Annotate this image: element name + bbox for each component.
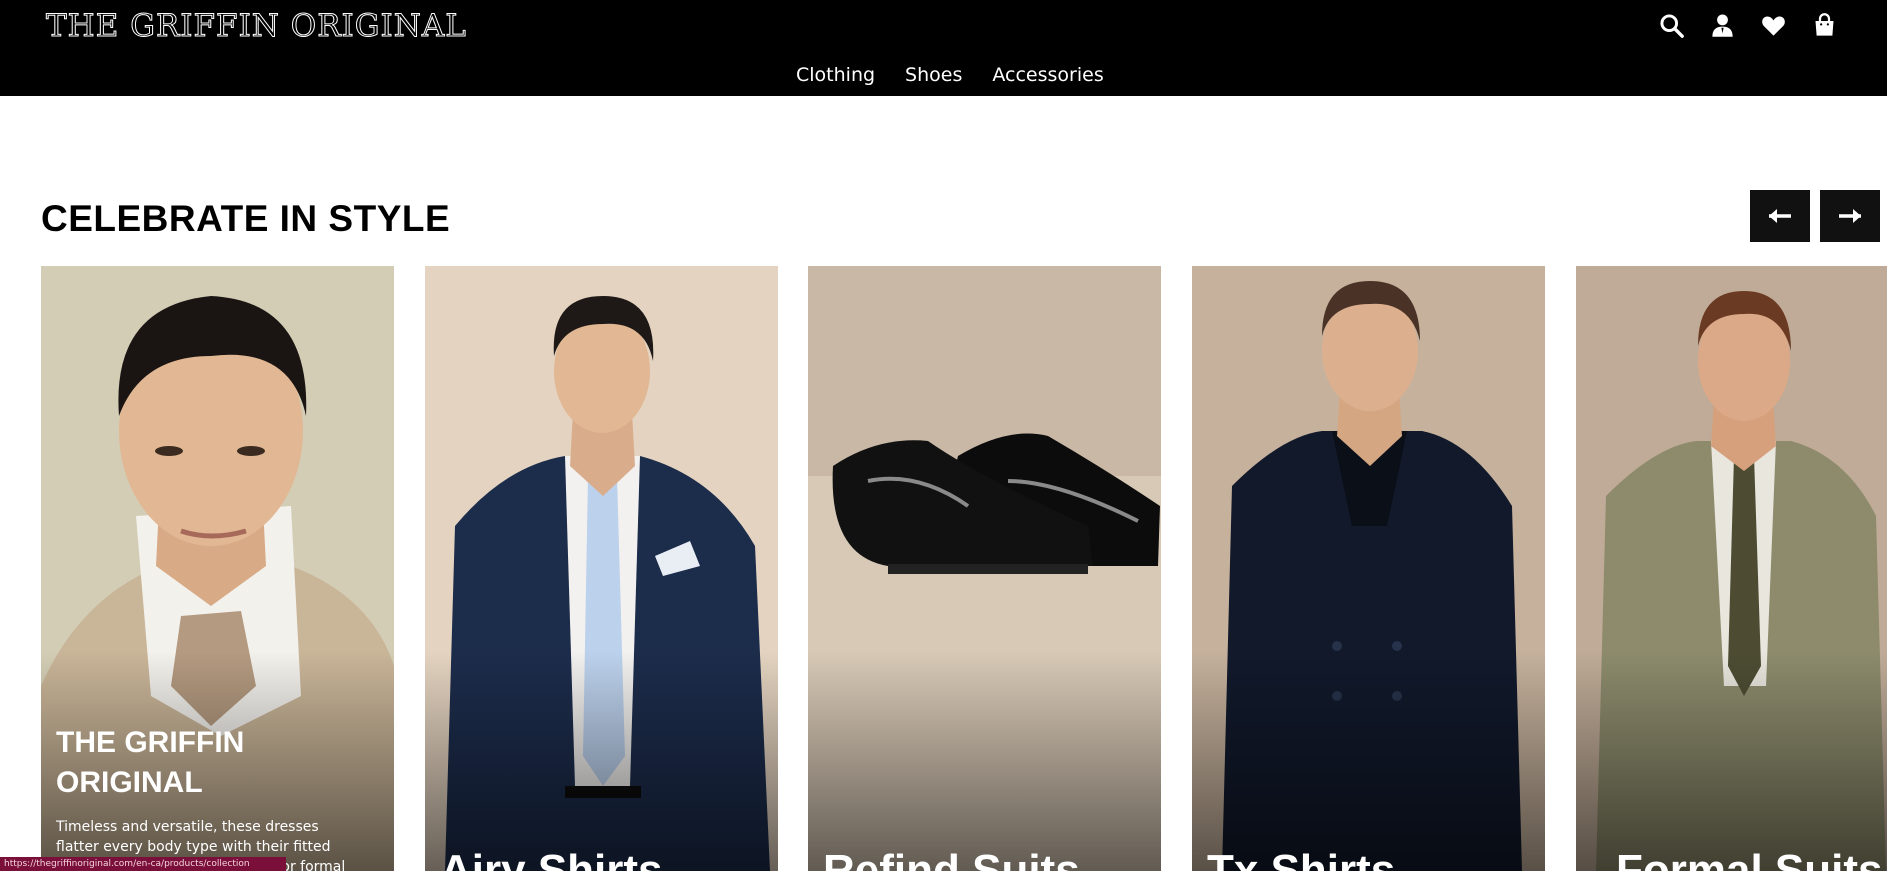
browser-status-url: https://thegriffinoriginal.com/en-ca/pro… (0, 857, 286, 871)
top-navigation-bar: THE GRIFFIN ORIGINAL Clothing Shoes Acce… (0, 0, 1887, 96)
account-icon[interactable] (1709, 12, 1736, 39)
brand-logo[interactable]: THE GRIFFIN ORIGINAL (46, 8, 467, 45)
header-icons (1658, 12, 1838, 39)
collection-card-formal-suits[interactable]: Formal Suits (1576, 266, 1887, 871)
nav-item-clothing[interactable]: Clothing (796, 64, 875, 86)
card-gradient (425, 651, 778, 871)
carousel-next-button[interactable] (1820, 190, 1880, 242)
card-title: Airy Shirts (440, 846, 663, 871)
carousel-prev-button[interactable] (1750, 190, 1810, 242)
heart-icon[interactable] (1760, 12, 1787, 39)
card-gradient (1576, 651, 1887, 871)
nav-item-accessories[interactable]: Accessories (992, 64, 1103, 86)
collection-card-tx-shirts[interactable]: Tx Shirts (1192, 266, 1545, 871)
nav-item-shoes[interactable]: Shoes (905, 64, 962, 86)
bag-icon[interactable] (1811, 12, 1838, 39)
section-title: CELEBRATE IN STYLE (41, 198, 451, 239)
card-gradient (808, 651, 1161, 871)
arrow-left-icon (1769, 209, 1791, 223)
search-icon[interactable] (1658, 12, 1685, 39)
card-title: Tx Shirts (1207, 846, 1396, 871)
card-gradient (1192, 651, 1545, 871)
card-title: Refind Suits (823, 846, 1080, 871)
card-title: Formal Suits (1616, 846, 1883, 871)
collection-card-refind-suits[interactable]: Refind Suits (808, 266, 1161, 871)
main-nav: Clothing Shoes Accessories (796, 64, 1134, 86)
arrow-right-icon (1839, 209, 1861, 223)
card-title: THE GRIFFIN ORIGINAL (56, 726, 245, 799)
collection-card-griffin-original[interactable]: THE GRIFFIN ORIGINAL Timeless and versat… (41, 266, 394, 871)
collection-card-airy-shirts[interactable]: Airy Shirts (425, 266, 778, 871)
